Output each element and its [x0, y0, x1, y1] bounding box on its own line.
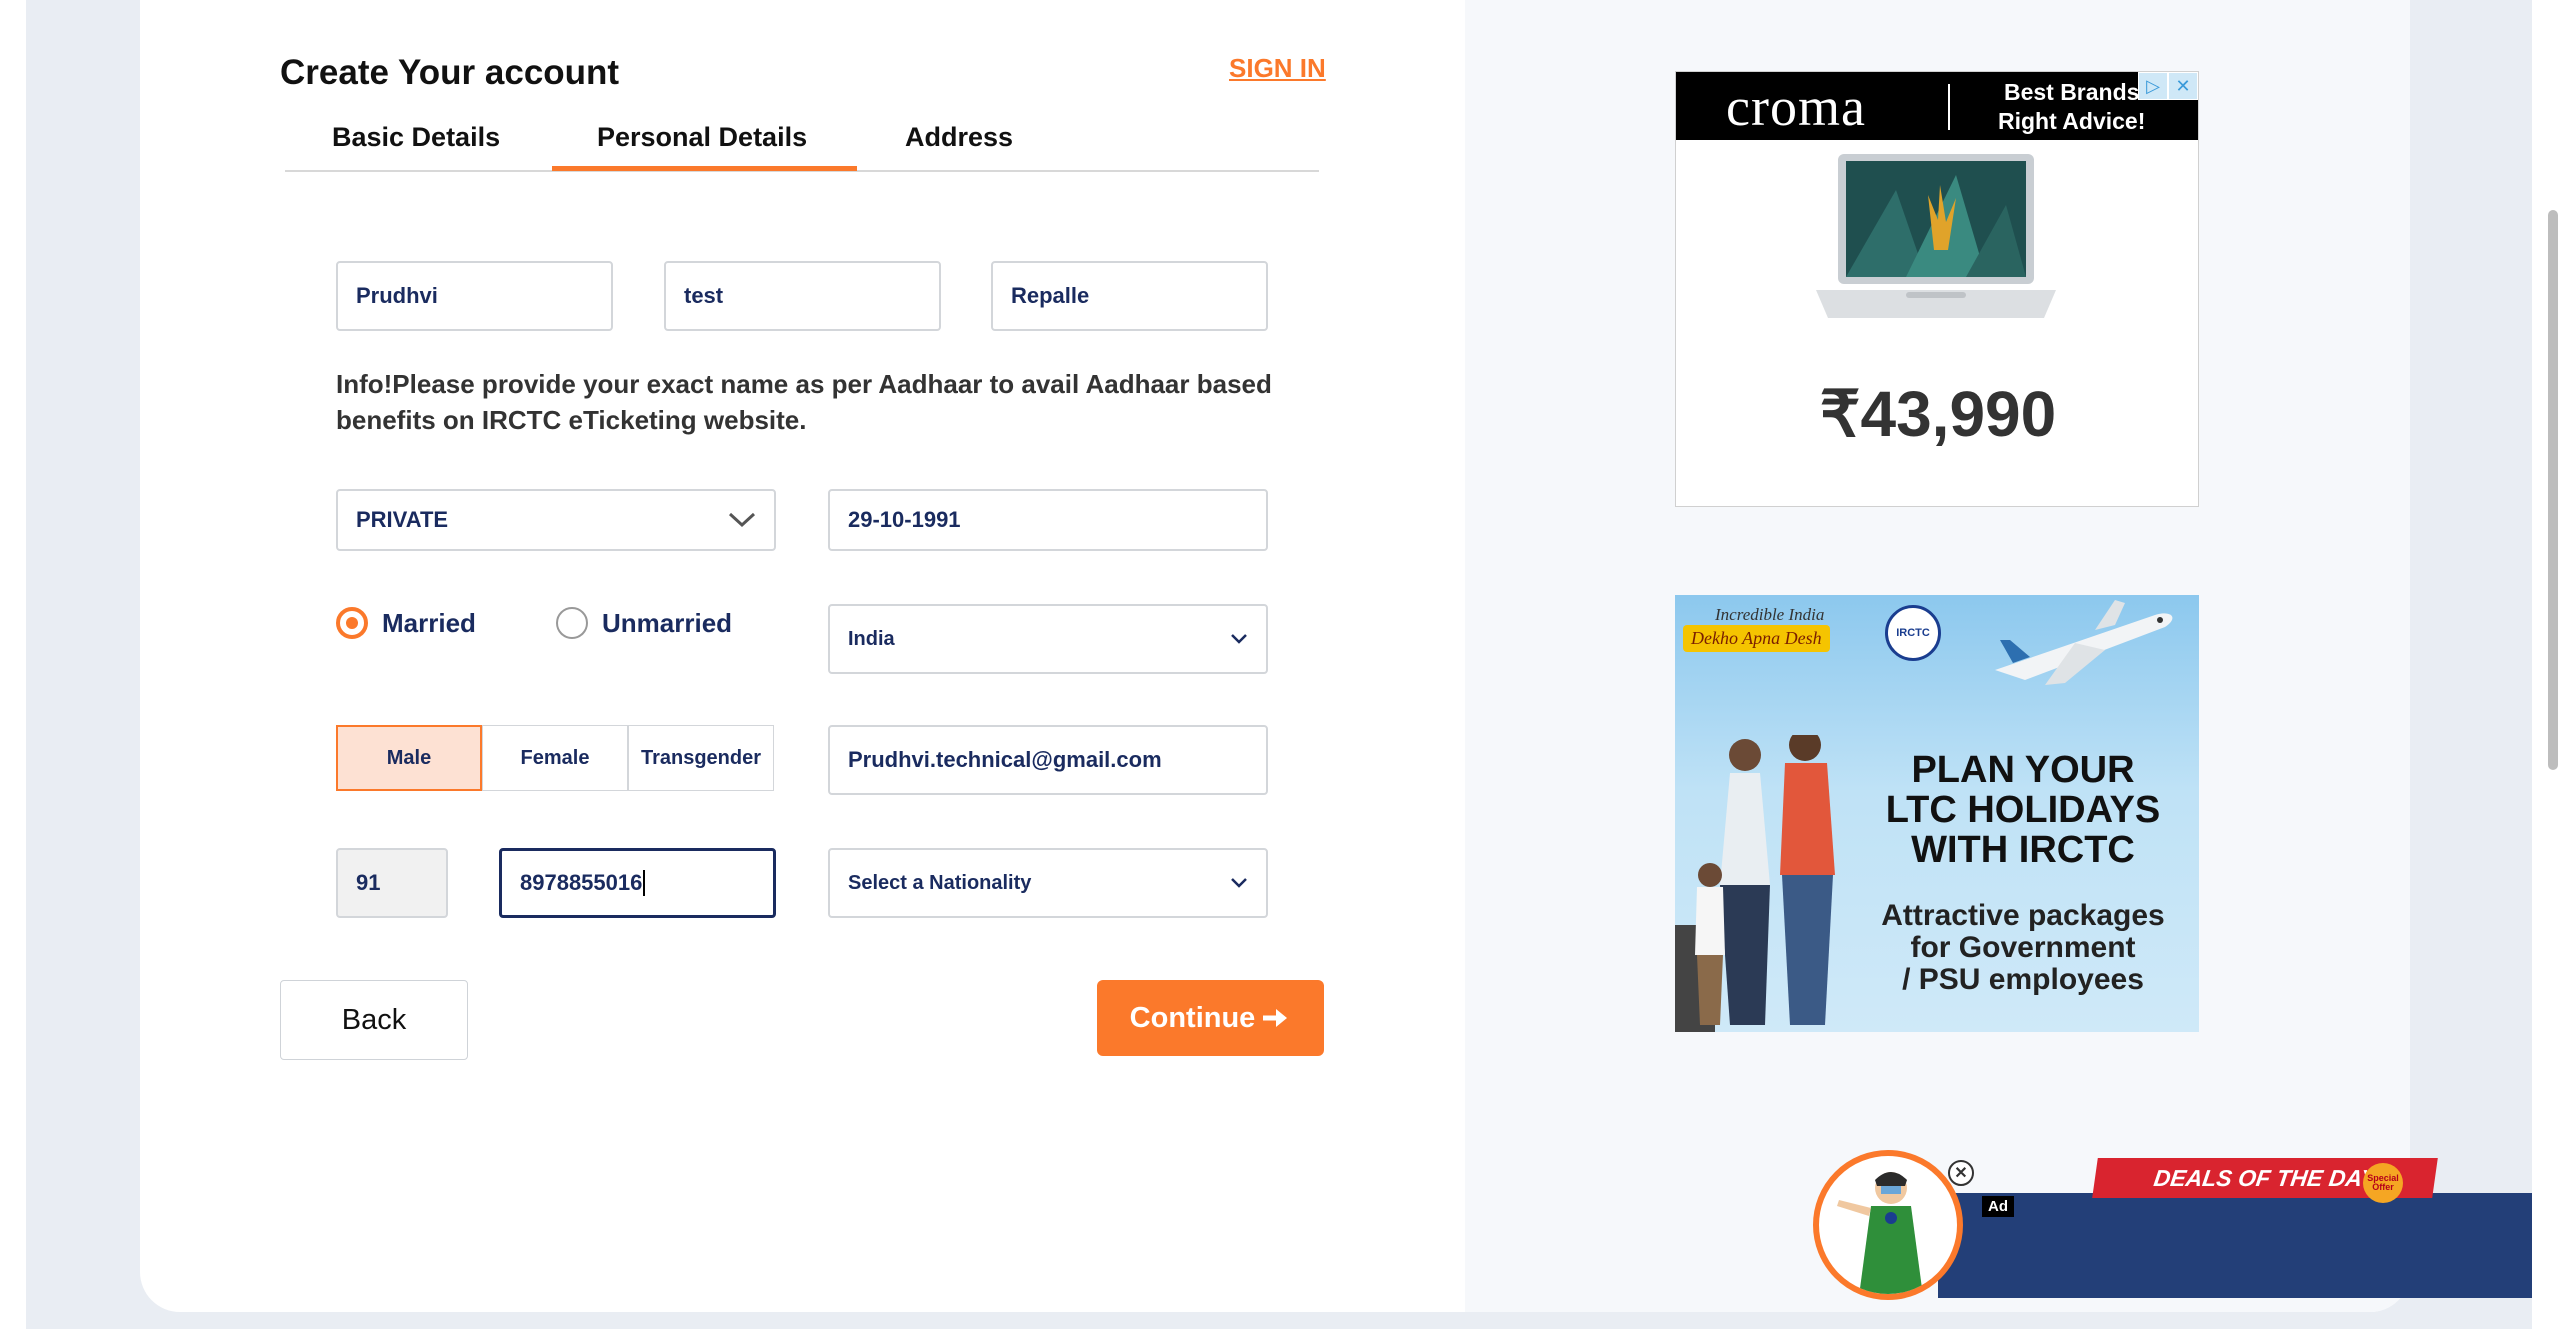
croma-tagline: Best Brands Right Advice!	[1998, 78, 2145, 136]
aadhaar-info-text: Info!Please provide your exact name as p…	[336, 369, 1272, 435]
continue-button[interactable]: Continue	[1097, 980, 1324, 1056]
radio-married-indicator[interactable]	[336, 607, 368, 639]
ltc-headline-line3: WITH IRCTC	[1911, 829, 2135, 871]
dob-value: 29-10-1991	[848, 507, 961, 532]
ltc-headline: PLAN YOUR LTC HOLIDAYS WITH IRCTC	[1853, 750, 2193, 870]
occupation-select[interactable]: PRIVATE	[336, 489, 776, 551]
chevron-down-icon	[1231, 878, 1247, 888]
dekho-apna-desh-badge: Dekho Apna Desh	[1683, 625, 1830, 652]
isd-code-value: 91	[356, 870, 381, 895]
croma-logo: croma	[1726, 77, 1866, 137]
chevron-down-icon	[1231, 634, 1247, 644]
ad-close-icon[interactable]: ✕	[2168, 72, 2198, 100]
page-title: Create Your account	[280, 53, 620, 92]
special-offer-badge: Special Offer	[2363, 1163, 2403, 1203]
ltc-subtext-line3: / PSU employees	[1902, 963, 2144, 996]
radio-unmarried-label: Unmarried	[602, 607, 733, 638]
incredible-india-logo: Incredible India	[1715, 605, 1825, 624]
sign-in-link[interactable]: SIGN IN	[1229, 53, 1326, 84]
tab-basic-details[interactable]: Basic Details	[332, 122, 500, 153]
ad-choices-icon[interactable]: ▷	[2138, 72, 2168, 100]
first-name-field[interactable]: Prudhvi	[336, 261, 613, 331]
continue-label: Continue	[1129, 1001, 1256, 1034]
left-strip	[0, 0, 26, 1329]
country-select[interactable]: India	[828, 604, 1268, 674]
croma-divider	[1948, 84, 1950, 130]
radio-unmarried-indicator[interactable]	[556, 607, 588, 639]
radio-married[interactable]: Married	[336, 607, 476, 639]
ltc-headline-line1: PLAN YOUR	[1911, 749, 2135, 791]
back-button[interactable]: Back	[280, 980, 468, 1060]
close-icon[interactable]: ✕	[1948, 1160, 1974, 1186]
croma-ad[interactable]: croma Best Brands Right Advice! ▷ ✕ ₹43,…	[1675, 71, 2199, 507]
chevron-down-icon	[728, 512, 756, 528]
last-name-field[interactable]: Repalle	[991, 261, 1268, 331]
croma-ad-header: croma Best Brands Right Advice! ▷ ✕	[1676, 72, 2198, 140]
airplane-image	[1995, 600, 2173, 685]
gender-selector: Male Female Transgender	[336, 725, 774, 791]
ltc-subtext-line2: for Government	[1910, 931, 2136, 964]
isd-code-field[interactable]: 91	[336, 848, 448, 918]
croma-tagline-line1: Best Brands	[2003, 79, 2140, 105]
croma-tagline-line2: Right Advice!	[1998, 108, 2146, 134]
laptop-image	[1816, 154, 2056, 318]
gender-male-button[interactable]: Male	[336, 725, 482, 791]
nationality-value: Select a Nationality	[848, 871, 1032, 894]
radio-unmarried[interactable]: Unmarried	[556, 607, 732, 639]
irctc-logo: IRCTC	[1885, 605, 1941, 661]
bottom-sticky-ad[interactable]	[1938, 1193, 2553, 1298]
country-value: India	[848, 627, 895, 650]
tab-address[interactable]: Address	[905, 122, 1013, 153]
radio-married-label: Married	[382, 607, 476, 638]
middle-name-value: test	[684, 283, 724, 308]
email-value: Prudhvi.technical@gmail.com	[848, 747, 1162, 772]
text-cursor	[643, 870, 646, 896]
mobile-number-field[interactable]: 8978855016	[499, 848, 776, 918]
ad-controls: ▷ ✕	[2138, 72, 2198, 100]
occupation-value: PRIVATE	[356, 507, 449, 532]
nationality-select[interactable]: Select a Nationality	[828, 848, 1268, 918]
tab-personal-details[interactable]: Personal Details	[597, 122, 807, 153]
ltc-subtext: Attractive packages for Government / PSU…	[1853, 900, 2193, 996]
mobile-number-value: 8978855016	[520, 870, 643, 895]
ltc-headline-line2: LTC HOLIDAYS	[1885, 789, 2161, 831]
family-image	[1675, 735, 1835, 1032]
ad-label: Ad	[1982, 1196, 2014, 1217]
first-name-value: Prudhvi	[356, 283, 438, 308]
irctc-ltc-ad[interactable]: Incredible India Dekho Apna Desh IRCTC P…	[1675, 595, 2199, 1032]
ltc-subtext-line1: Attractive packages	[1881, 899, 2165, 932]
dob-field[interactable]: 29-10-1991	[828, 489, 1268, 551]
gender-female-button[interactable]: Female	[482, 725, 628, 791]
arrow-right-icon	[1263, 1009, 1288, 1027]
scrollbar-thumb[interactable]	[2548, 210, 2558, 770]
last-name-value: Repalle	[1011, 283, 1090, 308]
mascot-avatar[interactable]	[1813, 1150, 1963, 1300]
gender-transgender-button[interactable]: Transgender	[628, 725, 774, 791]
croma-price: ₹43,990	[1819, 378, 2057, 450]
middle-name-field[interactable]: test	[664, 261, 941, 331]
email-field[interactable]: Prudhvi.technical@gmail.com	[828, 725, 1268, 795]
mascot-illustration	[1837, 1172, 1923, 1294]
active-tab-indicator	[552, 166, 857, 171]
